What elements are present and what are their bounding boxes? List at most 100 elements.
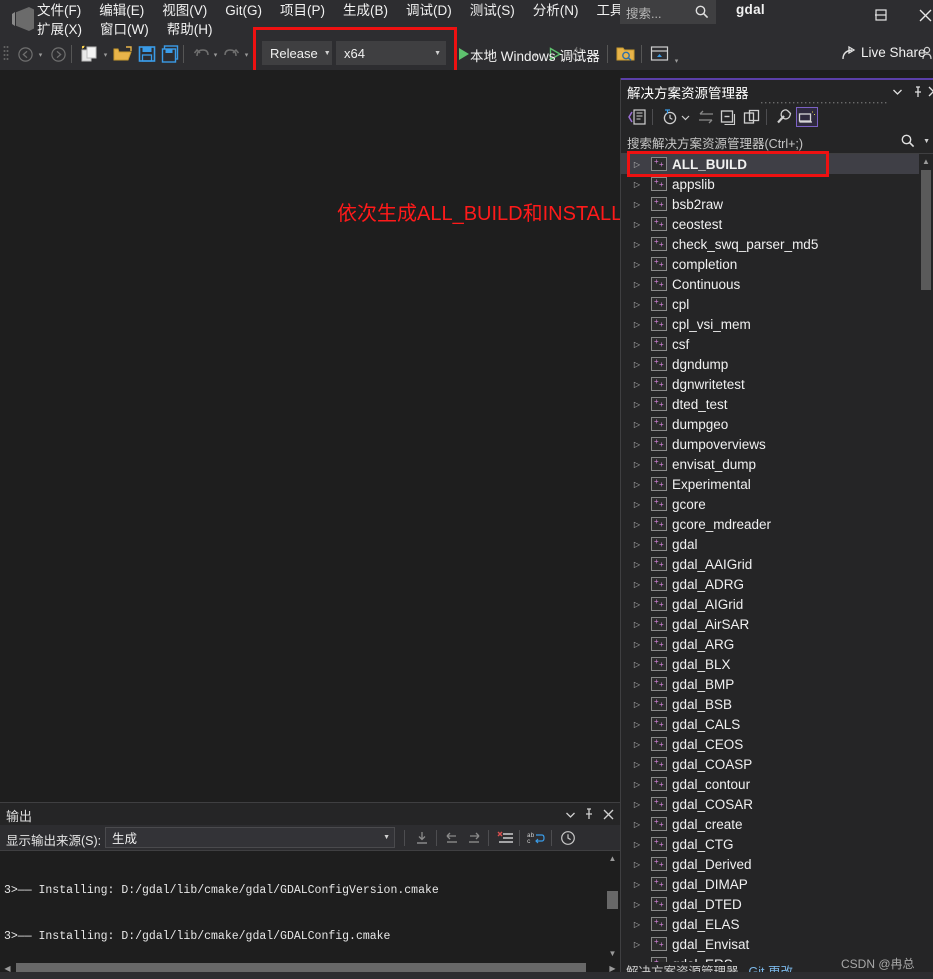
- chevron-right-icon[interactable]: ▷: [629, 256, 645, 272]
- tree-item-gdal_cosar[interactable]: ▷ + + gdal_COSAR: [621, 794, 933, 814]
- tree-item-gdal_ceos[interactable]: ▷ + + gdal_CEOS: [621, 734, 933, 754]
- chevron-right-icon[interactable]: ▷: [629, 276, 645, 292]
- tree-item-continuous[interactable]: ▷ + + Continuous: [621, 274, 933, 294]
- chevron-right-icon[interactable]: ▷: [629, 696, 645, 712]
- menu-help[interactable]: 帮助(H): [158, 19, 222, 40]
- chevron-right-icon[interactable]: ▷: [629, 476, 645, 492]
- clear-output-icon[interactable]: [495, 829, 515, 847]
- tree-item-cpl_vsi_mem[interactable]: ▷ + + cpl_vsi_mem: [621, 314, 933, 334]
- chevron-right-icon[interactable]: ▷: [629, 536, 645, 552]
- solution-explorer-search-row[interactable]: 搜索解决方案资源管理器(Ctrl+;) ▼: [621, 130, 933, 154]
- menu-window[interactable]: 窗口(W): [91, 19, 158, 40]
- preview-selected-items-icon[interactable]: [796, 107, 818, 127]
- chevron-right-icon[interactable]: ▷: [629, 196, 645, 212]
- go-to-message-icon[interactable]: [412, 829, 432, 847]
- scroll-up-icon[interactable]: ▲: [605, 851, 620, 866]
- navigate-forward-icon[interactable]: [47, 43, 69, 65]
- undo-icon[interactable]: [190, 43, 212, 65]
- chevron-right-icon[interactable]: ▷: [629, 216, 645, 232]
- collapse-all-icon[interactable]: [718, 107, 740, 127]
- menu-test[interactable]: 测试(S): [461, 0, 524, 21]
- tree-item-dumpgeo[interactable]: ▷ + + dumpgeo: [621, 414, 933, 434]
- solution-explorer-close-icon[interactable]: [925, 83, 933, 100]
- close-button[interactable]: [903, 0, 933, 30]
- title-search-box[interactable]: 搜索...: [620, 0, 716, 24]
- output-source-combo[interactable]: 生成 ▼: [105, 827, 395, 848]
- tree-item-gdal[interactable]: ▷ + + gdal: [621, 534, 933, 554]
- sync-with-active-document-icon[interactable]: [695, 107, 717, 127]
- menu-analyze[interactable]: 分析(N): [524, 0, 588, 21]
- tree-item-dgndump[interactable]: ▷ + + dgndump: [621, 354, 933, 374]
- tree-item-bsb2raw[interactable]: ▷ + + bsb2raw: [621, 194, 933, 214]
- pending-changes-clock-icon[interactable]: [659, 107, 681, 127]
- chevron-right-icon[interactable]: ▷: [629, 636, 645, 652]
- chevron-right-icon[interactable]: ▷: [629, 176, 645, 192]
- chevron-right-icon[interactable]: ▷: [629, 516, 645, 532]
- tree-item-gdal_bmp[interactable]: ▷ + + gdal_BMP: [621, 674, 933, 694]
- chevron-right-icon[interactable]: ▷: [629, 616, 645, 632]
- tree-item-gdal_coasp[interactable]: ▷ + + gdal_COASP: [621, 754, 933, 774]
- toolbar-grip-handle[interactable]: [3, 45, 9, 63]
- tree-item-dgnwritetest[interactable]: ▷ + + dgnwritetest: [621, 374, 933, 394]
- tree-item-csf[interactable]: ▷ + + csf: [621, 334, 933, 354]
- new-project-dropdown-icon[interactable]: ▾: [101, 50, 110, 59]
- tree-item-appslib[interactable]: ▷ + + appslib: [621, 174, 933, 194]
- output-text-area[interactable]: 3>—— Installing: D:/gdal/lib/cmake/gdal/…: [0, 851, 620, 961]
- navigate-backward-dropdown-icon[interactable]: ▾: [36, 50, 45, 59]
- menu-file[interactable]: 文件(F): [28, 0, 90, 21]
- next-message-icon[interactable]: [464, 829, 484, 847]
- chevron-right-icon[interactable]: ▷: [629, 736, 645, 752]
- solution-explorer-dropdown-icon[interactable]: [889, 83, 906, 100]
- properties-wrench-icon[interactable]: [773, 107, 795, 127]
- tree-item-gdal_aaigrid[interactable]: ▷ + + gdal_AAIGrid: [621, 554, 933, 574]
- scroll-down-icon[interactable]: ▼: [605, 946, 620, 961]
- tree-item-gdal_dimap[interactable]: ▷ + + gdal_DIMAP: [621, 874, 933, 894]
- chevron-right-icon[interactable]: ▷: [629, 416, 645, 432]
- tree-item-gdal_contour[interactable]: ▷ + + gdal_contour: [621, 774, 933, 794]
- tree-item-gdal_bsb[interactable]: ▷ + + gdal_BSB: [621, 694, 933, 714]
- chevron-right-icon[interactable]: ▷: [629, 596, 645, 612]
- tree-item-gcore[interactable]: ▷ + + gcore: [621, 494, 933, 514]
- chevron-right-icon[interactable]: ▷: [629, 936, 645, 952]
- search-options-dropdown-icon[interactable]: ▼: [923, 138, 930, 145]
- output-panel-close-icon[interactable]: [600, 806, 616, 822]
- menu-edit[interactable]: 编辑(E): [90, 0, 153, 21]
- tree-item-dumpoverviews[interactable]: ▷ + + dumpoverviews: [621, 434, 933, 454]
- menu-project[interactable]: 项目(P): [271, 0, 334, 21]
- code-view-icon[interactable]: [626, 107, 648, 127]
- chevron-right-icon[interactable]: ▷: [629, 676, 645, 692]
- tree-item-completion[interactable]: ▷ + + completion: [621, 254, 933, 274]
- menu-extensions[interactable]: 扩展(X): [28, 19, 91, 40]
- menu-view[interactable]: 视图(V): [153, 0, 216, 21]
- chevron-right-icon[interactable]: ▷: [629, 376, 645, 392]
- solution-explorer-scrollbar[interactable]: ▲: [919, 154, 933, 962]
- menu-build[interactable]: 生成(B): [334, 0, 397, 21]
- save-file-icon[interactable]: [136, 43, 158, 65]
- select-folder-search-icon[interactable]: [615, 43, 637, 65]
- solution-explorer-tree[interactable]: ▷ + + ALL_BUILD ▷ + + appslib ▷ + + bsb2raw ▷ + + ceost…: [621, 154, 933, 962]
- chevron-right-icon[interactable]: ▷: [629, 896, 645, 912]
- show-timestamps-icon[interactable]: [558, 829, 578, 847]
- tree-item-gdal_derived[interactable]: ▷ + + gdal_Derived: [621, 854, 933, 874]
- tree-item-gdal_ctg[interactable]: ▷ + + gdal_CTG: [621, 834, 933, 854]
- chevron-right-icon[interactable]: ▷: [629, 356, 645, 372]
- tree-item-gdal_adrg[interactable]: ▷ + + gdal_ADRG: [621, 574, 933, 594]
- tree-item-gdal_airsar[interactable]: ▷ + + gdal_AirSAR: [621, 614, 933, 634]
- tree-item-gdal_create[interactable]: ▷ + + gdal_create: [621, 814, 933, 834]
- chevron-right-icon[interactable]: ▷: [629, 876, 645, 892]
- chevron-right-icon[interactable]: ▷: [629, 436, 645, 452]
- tree-item-gdal_elas[interactable]: ▷ + + gdal_ELAS: [621, 914, 933, 934]
- chevron-right-icon[interactable]: ▷: [629, 316, 645, 332]
- chevron-right-icon[interactable]: ▷: [629, 556, 645, 572]
- debug-target-label[interactable]: 本地 Windows 调试器: [470, 45, 600, 65]
- toggle-word-wrap-icon[interactable]: ab c: [526, 829, 546, 847]
- live-share-label[interactable]: Live Share: [861, 45, 926, 60]
- chevron-right-icon[interactable]: ▷: [629, 756, 645, 772]
- search-icon[interactable]: [900, 133, 916, 154]
- tree-item-envisat_dump[interactable]: ▷ + + envisat_dump: [621, 454, 933, 474]
- window-layout-icon[interactable]: [648, 43, 670, 65]
- chevron-right-icon[interactable]: ▷: [629, 716, 645, 732]
- output-panel-dropdown-icon[interactable]: [562, 806, 578, 822]
- scroll-thumb[interactable]: [921, 170, 931, 290]
- window-layout-dropdown-icon[interactable]: ▾: [672, 56, 681, 65]
